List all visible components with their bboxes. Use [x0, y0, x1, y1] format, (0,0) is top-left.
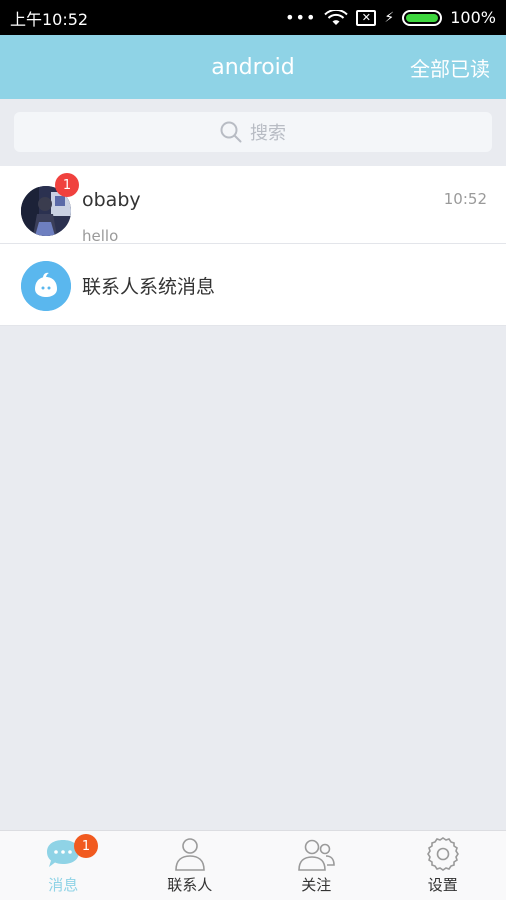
- tab-contacts[interactable]: 联系人: [127, 831, 254, 900]
- unread-badge: 1: [55, 173, 79, 197]
- unread-badge: 1: [74, 834, 98, 858]
- conversation-item-system[interactable]: 联系人系统消息: [0, 244, 506, 326]
- status-bar: 上午10:52 ••• ✕ ⚡ 100%: [0, 0, 506, 35]
- no-sim-icon: ✕: [356, 9, 377, 26]
- search-placeholder: 搜索: [250, 123, 286, 144]
- charging-icon: ⚡: [384, 9, 395, 26]
- system-message-icon: [21, 261, 71, 311]
- conversation-time: 10:52: [443, 190, 487, 208]
- group-people-icon: [298, 839, 336, 871]
- conversation-name: 联系人系统消息: [82, 276, 216, 298]
- tab-label: 设置: [427, 876, 458, 894]
- wifi-icon: [324, 9, 349, 25]
- app-header: android 全部已读: [0, 35, 506, 99]
- status-icons: ••• ✕ ⚡ 100%: [285, 8, 496, 27]
- gear-icon: [426, 837, 459, 871]
- tab-messages[interactable]: 消息 1: [0, 831, 127, 900]
- contact-person-icon: [174, 838, 205, 871]
- conversation-preview: hello: [82, 227, 119, 245]
- conversation-list: 1 obaby hello 10:52 联系人系统消息: [0, 166, 506, 326]
- search-icon: [220, 121, 242, 143]
- mark-all-read-button[interactable]: 全部已读: [410, 35, 490, 99]
- conversation-item-obaby[interactable]: 1 obaby hello 10:52: [0, 166, 506, 245]
- more-dots-icon: •••: [285, 8, 317, 27]
- battery-percent: 100%: [450, 8, 496, 27]
- tab-following[interactable]: 关注: [253, 831, 380, 900]
- status-time: 上午10:52: [10, 9, 89, 29]
- tab-settings[interactable]: 设置: [380, 831, 506, 900]
- conversation-name: obaby: [82, 189, 141, 211]
- app-root: 上午10:52 ••• ✕ ⚡ 100% android 全部已读 搜索 1 o…: [0, 0, 506, 900]
- search-input[interactable]: 搜索: [14, 112, 492, 152]
- battery-icon: [402, 9, 443, 26]
- tab-label: 联系人: [167, 876, 213, 894]
- avatar: [21, 261, 71, 311]
- tab-label: 消息: [48, 876, 79, 894]
- tab-label: 关注: [301, 876, 332, 894]
- search-area: 搜索: [0, 99, 506, 166]
- bottom-nav: 消息 1 联系人 关注 设置: [0, 830, 506, 900]
